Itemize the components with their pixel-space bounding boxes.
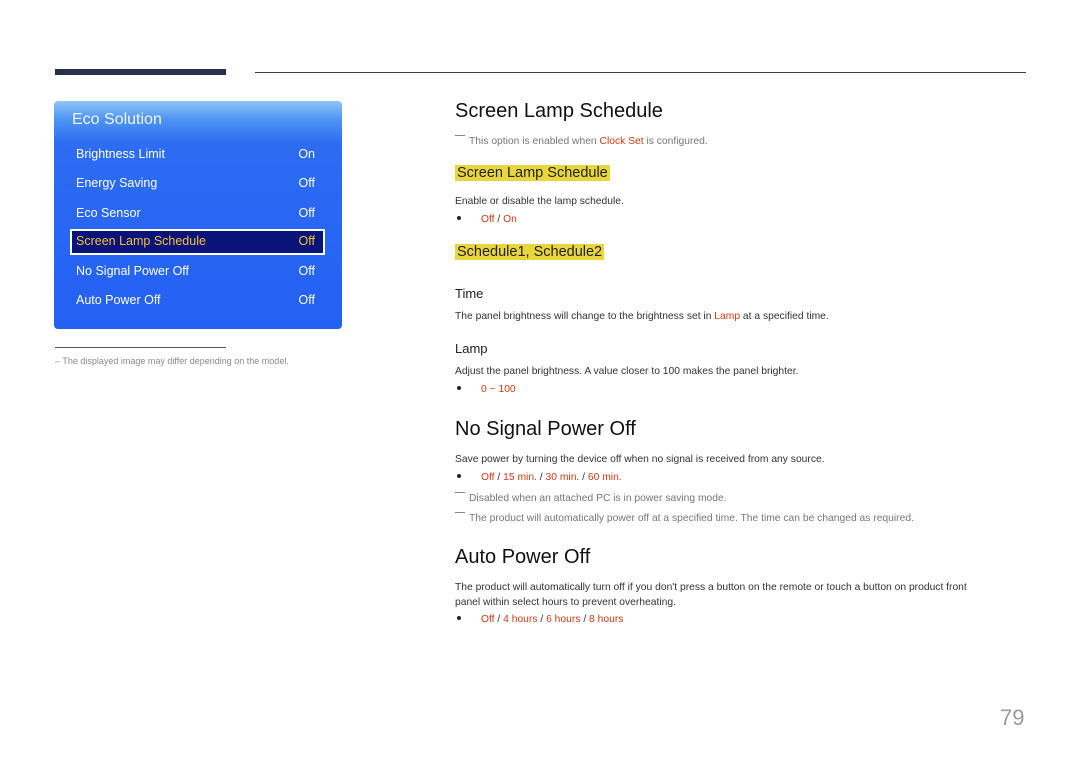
item-title-time: Time xyxy=(455,286,484,301)
desc-text: The panel brightness will change to the … xyxy=(455,311,715,322)
note-text: Disabled when an attached PC is in power… xyxy=(469,493,727,504)
menu-item-value: Off xyxy=(298,264,315,278)
note-text: is configured. xyxy=(643,136,708,147)
item-desc-lamp: Adjust the panel brightness. A value clo… xyxy=(455,366,799,377)
option: Off xyxy=(481,472,495,483)
desc-text: at a specified time. xyxy=(740,311,829,322)
menu-item-label: No Signal Power Off xyxy=(76,264,190,278)
footnote-rule xyxy=(55,347,226,348)
link-clock-set[interactable]: Clock Set xyxy=(600,136,644,147)
item-desc-time: The panel brightness will change to the … xyxy=(455,309,829,324)
section-title-no-signal-power-off: No Signal Power Off xyxy=(455,418,636,440)
option: 4 hours xyxy=(503,614,538,625)
note-text: The product will automatically power off… xyxy=(469,513,914,524)
subsection-title-screen-lamp-schedule: Screen Lamp Schedule xyxy=(455,165,610,181)
menu-item-value: Off xyxy=(298,206,315,220)
menu-item-label: Energy Saving xyxy=(76,176,158,190)
footnote: – The displayed image may differ dependi… xyxy=(55,356,289,366)
menu-item-label: Eco Sensor xyxy=(76,206,141,220)
option: 60 min. xyxy=(587,472,622,483)
note-dash-icon xyxy=(455,492,465,493)
menu-item-value: Off xyxy=(298,234,315,248)
note-dash-icon xyxy=(455,512,465,513)
option: 8 hours xyxy=(589,614,624,625)
link-lamp[interactable]: Lamp xyxy=(714,311,740,322)
menu-item-value: Off xyxy=(298,293,315,307)
options-list: Off / 4 hours / 6 hours / 8 hours xyxy=(455,614,623,625)
menu-item-value: Off xyxy=(298,176,315,190)
note-clock-set: This option is enabled when Clock Set is… xyxy=(455,135,708,147)
note: The product will automatically power off… xyxy=(455,512,914,524)
note-dash-icon xyxy=(455,135,465,136)
header-rule-thick xyxy=(55,69,226,75)
option: 6 hours xyxy=(546,614,581,625)
menu-item-label: Brightness Limit xyxy=(76,147,165,161)
option: 0 ~ 100 xyxy=(481,384,516,395)
note-text: This option is enabled when xyxy=(469,136,600,147)
subsection-desc: Enable or disable the lamp schedule. xyxy=(455,196,624,207)
menu-item-screen-lamp-schedule[interactable]: Screen Lamp Schedule Off xyxy=(70,229,325,255)
eco-menu-title: Eco Solution xyxy=(72,111,162,128)
option: Off xyxy=(481,614,495,625)
options-list: Off / 15 min. / 30 min. / 60 min. xyxy=(455,472,622,483)
menu-item-eco-sensor[interactable]: Eco Sensor Off xyxy=(70,201,325,227)
options-list: 0 ~ 100 xyxy=(455,384,516,395)
item-title-lamp: Lamp xyxy=(455,341,488,356)
menu-item-value: On xyxy=(298,147,315,161)
option: 15 min. xyxy=(503,472,537,483)
option: Off xyxy=(481,214,495,225)
bullet-icon xyxy=(457,616,461,620)
eco-solution-menu: Eco Solution Brightness Limit On Energy … xyxy=(54,101,342,329)
menu-item-label: Screen Lamp Schedule xyxy=(76,234,206,248)
section-desc: Save power by turning the device off whe… xyxy=(455,454,825,465)
bullet-icon xyxy=(457,216,461,220)
menu-item-brightness-limit[interactable]: Brightness Limit On xyxy=(70,142,325,168)
page-number: 79 xyxy=(1000,705,1025,730)
menu-item-auto-power-off[interactable]: Auto Power Off Off xyxy=(70,288,325,314)
menu-item-label: Auto Power Off xyxy=(76,293,161,307)
option: On xyxy=(503,214,517,225)
subsection-title-schedules: Schedule1, Schedule2 xyxy=(455,244,605,260)
menu-item-no-signal-power-off[interactable]: No Signal Power Off Off xyxy=(70,259,325,285)
menu-item-energy-saving[interactable]: Energy Saving Off xyxy=(70,171,325,197)
section-desc-line2: panel within select hours to prevent ove… xyxy=(455,597,676,608)
options-list: Off / On xyxy=(455,214,517,225)
section-desc-line1: The product will automatically turn off … xyxy=(455,582,967,593)
section-title-auto-power-off: Auto Power Off xyxy=(455,546,591,568)
header-rule-thin xyxy=(255,72,1026,73)
bullet-icon xyxy=(457,386,461,390)
option: 30 min. xyxy=(545,472,580,483)
note: Disabled when an attached PC is in power… xyxy=(455,492,727,504)
bullet-icon xyxy=(457,474,461,478)
section-title-screen-lamp-schedule: Screen Lamp Schedule xyxy=(455,100,663,122)
